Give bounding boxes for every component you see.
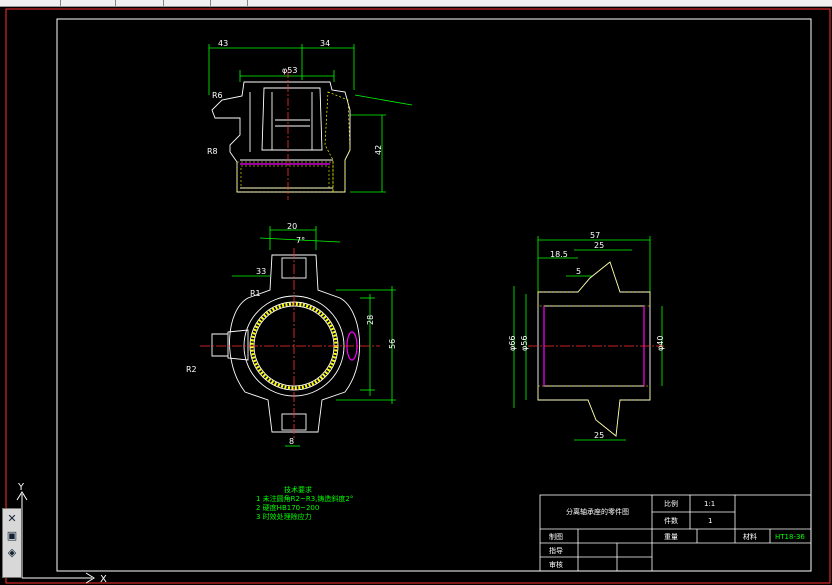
dim-side-18-5: 18.5 — [550, 250, 568, 259]
material-value: HT18-36 — [775, 533, 805, 541]
dim-side-5: 5 — [576, 267, 581, 276]
ucs-x-label: X — [100, 574, 107, 585]
dim-front-20: 20 — [287, 222, 297, 231]
side-view-body — [537, 261, 651, 437]
tech-note-3: 3 时效处理除应力 — [256, 512, 312, 521]
side-hatch-bottom — [537, 385, 651, 437]
dim-top-dia: φ53 — [282, 66, 297, 75]
front-view-body — [211, 254, 361, 433]
tech-note-1: 1 未注圆角R2~R3,铸造斜度2° — [256, 494, 353, 503]
drawn-label: 制图 — [549, 532, 563, 541]
save-icon[interactable]: ▣ — [4, 527, 20, 543]
dim-front-8: 8 — [289, 437, 294, 446]
tech-notes-heading: 技术要求 — [284, 485, 312, 494]
close-icon[interactable]: ✕ — [4, 510, 20, 526]
scale-label: 比例 — [664, 499, 678, 508]
dim-side-d40: φ40 — [656, 336, 665, 351]
dim-top-r8: R8 — [207, 147, 218, 156]
dim-side-d66: φ66 — [508, 336, 517, 351]
ucs-icon — [16, 491, 95, 584]
frame-border — [56, 18, 812, 572]
side-hatch-top — [537, 261, 651, 307]
top-view-hatch — [324, 91, 351, 193]
dim-side-25-top: 25 — [594, 241, 604, 250]
material-label: 材料 — [743, 532, 757, 541]
instructor-label: 指导 — [549, 546, 563, 555]
top-view-hatch-bottom — [236, 161, 334, 193]
count-value: 1 — [708, 517, 712, 525]
dim-front-28: 28 — [366, 315, 375, 325]
dim-front-r2: R2 — [186, 365, 197, 374]
dim-side-57: 57 — [590, 231, 600, 240]
dim-front-56: 56 — [388, 339, 397, 349]
dim-top-43: 43 — [218, 39, 228, 48]
weight-label: 重量 — [664, 533, 678, 541]
dim-top-r6: R6 — [212, 91, 223, 100]
part-name: 分离轴承座的零件图 — [566, 507, 629, 516]
nav-icon[interactable]: ◈ — [4, 544, 20, 560]
side-view-dims — [513, 236, 663, 441]
dim-front-r1: R1 — [250, 289, 261, 298]
dim-side-d56: φ56 — [520, 336, 529, 351]
front-view-dims — [232, 226, 396, 447]
dim-top-42: 42 — [374, 145, 383, 155]
floating-toolbar[interactable]: ✕ ▣ ◈ — [2, 508, 22, 578]
dim-front-7deg: 7° — [296, 236, 305, 245]
tech-note-2: 2 硬度HB170~200 — [256, 503, 319, 512]
dim-front-33: 33 — [256, 267, 266, 276]
cad-canvas[interactable]: 43 34 φ53 42 R6 R8 20 7° 33 28 56 8 R2 R… — [0, 6, 832, 585]
dim-side-25-bottom: 25 — [594, 431, 604, 440]
dim-top-34: 34 — [320, 39, 330, 48]
sheet-border — [5, 8, 831, 584]
ucs-y-label: Y — [17, 482, 25, 493]
scale-value: 1:1 — [704, 500, 715, 508]
review-label: 审核 — [549, 560, 563, 569]
count-label: 件数 — [664, 516, 678, 525]
